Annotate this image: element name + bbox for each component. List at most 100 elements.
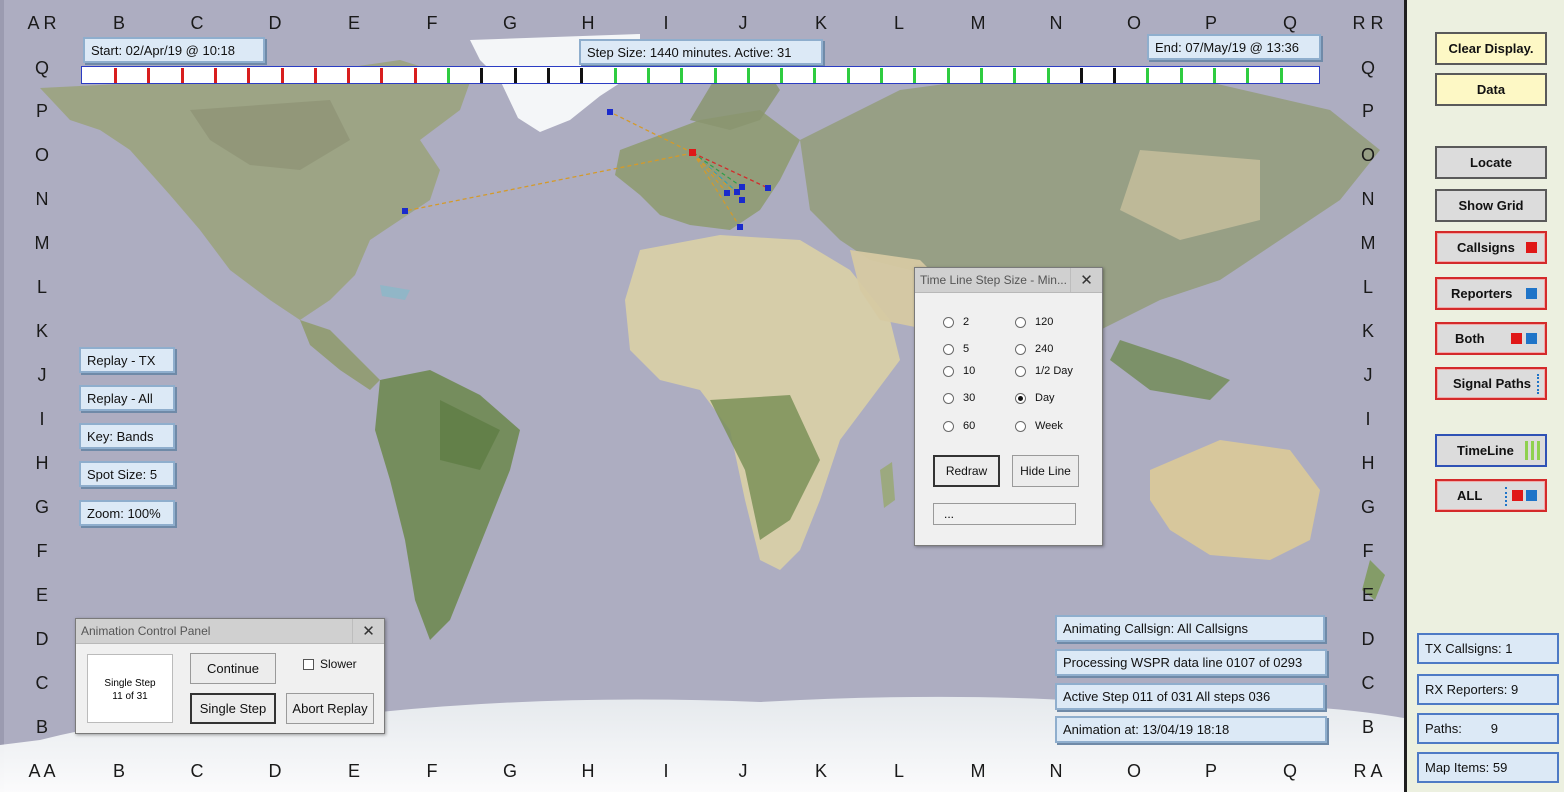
redraw-button[interactable]: Redraw	[933, 455, 1000, 487]
grid-row-label-left: O	[34, 145, 49, 165]
all-button[interactable]: ALL	[1435, 479, 1547, 512]
grid-row-label-right: D	[1361, 629, 1375, 649]
timeline-tick[interactable]	[1113, 68, 1117, 83]
map-items-stat: Map Items: 59	[1417, 752, 1559, 783]
show-grid-button[interactable]: Show Grid	[1435, 189, 1547, 222]
step-option-day[interactable]: Day	[1015, 392, 1055, 404]
grid-row-label-left: J	[37, 365, 47, 385]
grid-col-label-bottom: G	[502, 761, 517, 781]
radio-icon	[943, 420, 954, 432]
active-step-label: Active Step 011 of 031 All steps 036	[1055, 683, 1325, 710]
grid-row-label-right: N	[1361, 189, 1375, 209]
timeline-tick[interactable]	[413, 68, 417, 83]
step-option-30[interactable]: 30	[943, 392, 975, 404]
blue-square-icon	[1526, 490, 1537, 501]
slower-checkbox[interactable]: Slower	[303, 657, 357, 671]
hide-line-button[interactable]: Hide Line	[1012, 455, 1079, 487]
timeline-tick[interactable]	[1279, 68, 1283, 83]
timeline-tick[interactable]	[347, 68, 351, 83]
key-bands-button[interactable]: Key: Bands	[79, 423, 175, 449]
timeline-tick[interactable]	[780, 68, 784, 83]
blue-square-icon	[1526, 333, 1537, 344]
grid-row-label-left: K	[35, 321, 48, 341]
step-size-dialog-titlebar[interactable]: Time Line Step Size - Min... ✕	[915, 268, 1102, 293]
timeline-tick[interactable]	[746, 68, 750, 83]
timeline-tick[interactable]	[380, 68, 384, 83]
clear-display-button[interactable]: Clear Display.	[1435, 32, 1547, 65]
timeline-tick[interactable]	[913, 68, 917, 83]
timeline-tick[interactable]	[247, 68, 251, 83]
timeline-tick[interactable]	[580, 68, 584, 83]
timeline-tick[interactable]	[813, 68, 817, 83]
step-option-10[interactable]: 10	[943, 365, 975, 377]
timeline-button[interactable]: TimeLine	[1435, 434, 1547, 467]
timeline-tick[interactable]	[1079, 68, 1083, 83]
start-date-label: Start: 02/Apr/19 @ 10:18	[83, 37, 265, 63]
animation-control-panel: Animation Control Panel ✕ Single Step 11…	[75, 618, 385, 734]
step-option-half-day[interactable]: 1/2 Day	[1015, 365, 1073, 377]
continue-button[interactable]: Continue	[190, 653, 276, 684]
timeline-tick[interactable]	[546, 68, 550, 83]
timeline-tick[interactable]	[147, 68, 151, 83]
timeline-tick[interactable]	[646, 68, 650, 83]
grid-col-label-bottom: M	[970, 761, 986, 781]
abort-replay-button[interactable]: Abort Replay	[286, 693, 374, 724]
grid-row-label-left: D	[35, 629, 49, 649]
step-option-week[interactable]: Week	[1015, 420, 1063, 432]
grid-row-label-right: I	[1365, 409, 1371, 429]
callsigns-button[interactable]: Callsigns	[1435, 231, 1547, 264]
world-map[interactable]: A R B C D E F G H I J K L M N O P Q R R A A B C D E F G H I J K L M N O P…	[0, 0, 1404, 792]
timeline-tick[interactable]	[713, 68, 717, 83]
timeline-tick[interactable]	[114, 68, 117, 83]
replay-all-button[interactable]: Replay - All	[79, 385, 175, 411]
animation-panel-titlebar[interactable]: Animation Control Panel ✕	[76, 619, 384, 644]
timeline-tick[interactable]	[280, 68, 284, 83]
timeline-tick[interactable]	[313, 68, 317, 83]
timeline-tick[interactable]	[1146, 68, 1150, 83]
close-icon[interactable]: ✕	[352, 619, 384, 643]
timeline-tick[interactable]	[1213, 68, 1217, 83]
step-option-2[interactable]: 2	[943, 316, 969, 328]
timeline-tick[interactable]	[979, 68, 983, 83]
grid-col-label-top: A R	[27, 13, 57, 33]
timeline-tick[interactable]	[1246, 68, 1250, 83]
data-button[interactable]: Data	[1435, 73, 1547, 106]
step-option-60[interactable]: 60	[943, 420, 975, 432]
timeline-tick[interactable]	[880, 68, 884, 83]
timeline-tick[interactable]	[513, 68, 517, 83]
timeline-tick[interactable]	[447, 68, 451, 83]
close-icon[interactable]: ✕	[1070, 268, 1102, 292]
timeline-tick[interactable]	[1013, 68, 1017, 83]
timeline-bar[interactable]	[81, 66, 1320, 84]
spot-size-button[interactable]: Spot Size: 5	[79, 461, 175, 487]
locate-button[interactable]: Locate	[1435, 146, 1547, 179]
grid-row-label-left: B	[35, 717, 48, 737]
timeline-tick[interactable]	[1313, 68, 1316, 83]
replay-tx-button[interactable]: Replay - TX	[79, 347, 175, 373]
grid-col-label-bottom: P	[1204, 761, 1217, 781]
grid-col-label-bottom: H	[581, 761, 595, 781]
zoom-button[interactable]: Zoom: 100%	[79, 500, 175, 526]
timeline-tick[interactable]	[846, 68, 850, 83]
tx-callsigns-stat: TX Callsigns: 1	[1417, 633, 1559, 664]
timeline-tick[interactable]	[680, 68, 684, 83]
grid-row-label-right: G	[1360, 497, 1375, 517]
timeline-tick[interactable]	[180, 68, 184, 83]
timeline-tick[interactable]	[1046, 68, 1050, 83]
both-button[interactable]: Both	[1435, 322, 1547, 355]
radio-icon	[943, 392, 954, 404]
blue-square-icon	[1526, 288, 1537, 299]
step-option-5[interactable]: 5	[943, 343, 969, 355]
timeline-tick[interactable]	[213, 68, 217, 83]
grid-col-label-top: P	[1204, 13, 1217, 33]
step-option-120[interactable]: 120	[1015, 316, 1053, 328]
timeline-tick[interactable]	[480, 68, 484, 83]
reporters-button[interactable]: Reporters	[1435, 277, 1547, 310]
timeline-tick[interactable]	[1179, 68, 1183, 83]
timeline-tick[interactable]	[946, 68, 950, 83]
radio-icon	[1015, 365, 1026, 377]
signal-paths-button[interactable]: Signal Paths	[1435, 367, 1547, 400]
timeline-tick[interactable]	[613, 68, 617, 83]
single-step-button[interactable]: Single Step	[190, 693, 276, 724]
step-option-240[interactable]: 240	[1015, 343, 1053, 355]
